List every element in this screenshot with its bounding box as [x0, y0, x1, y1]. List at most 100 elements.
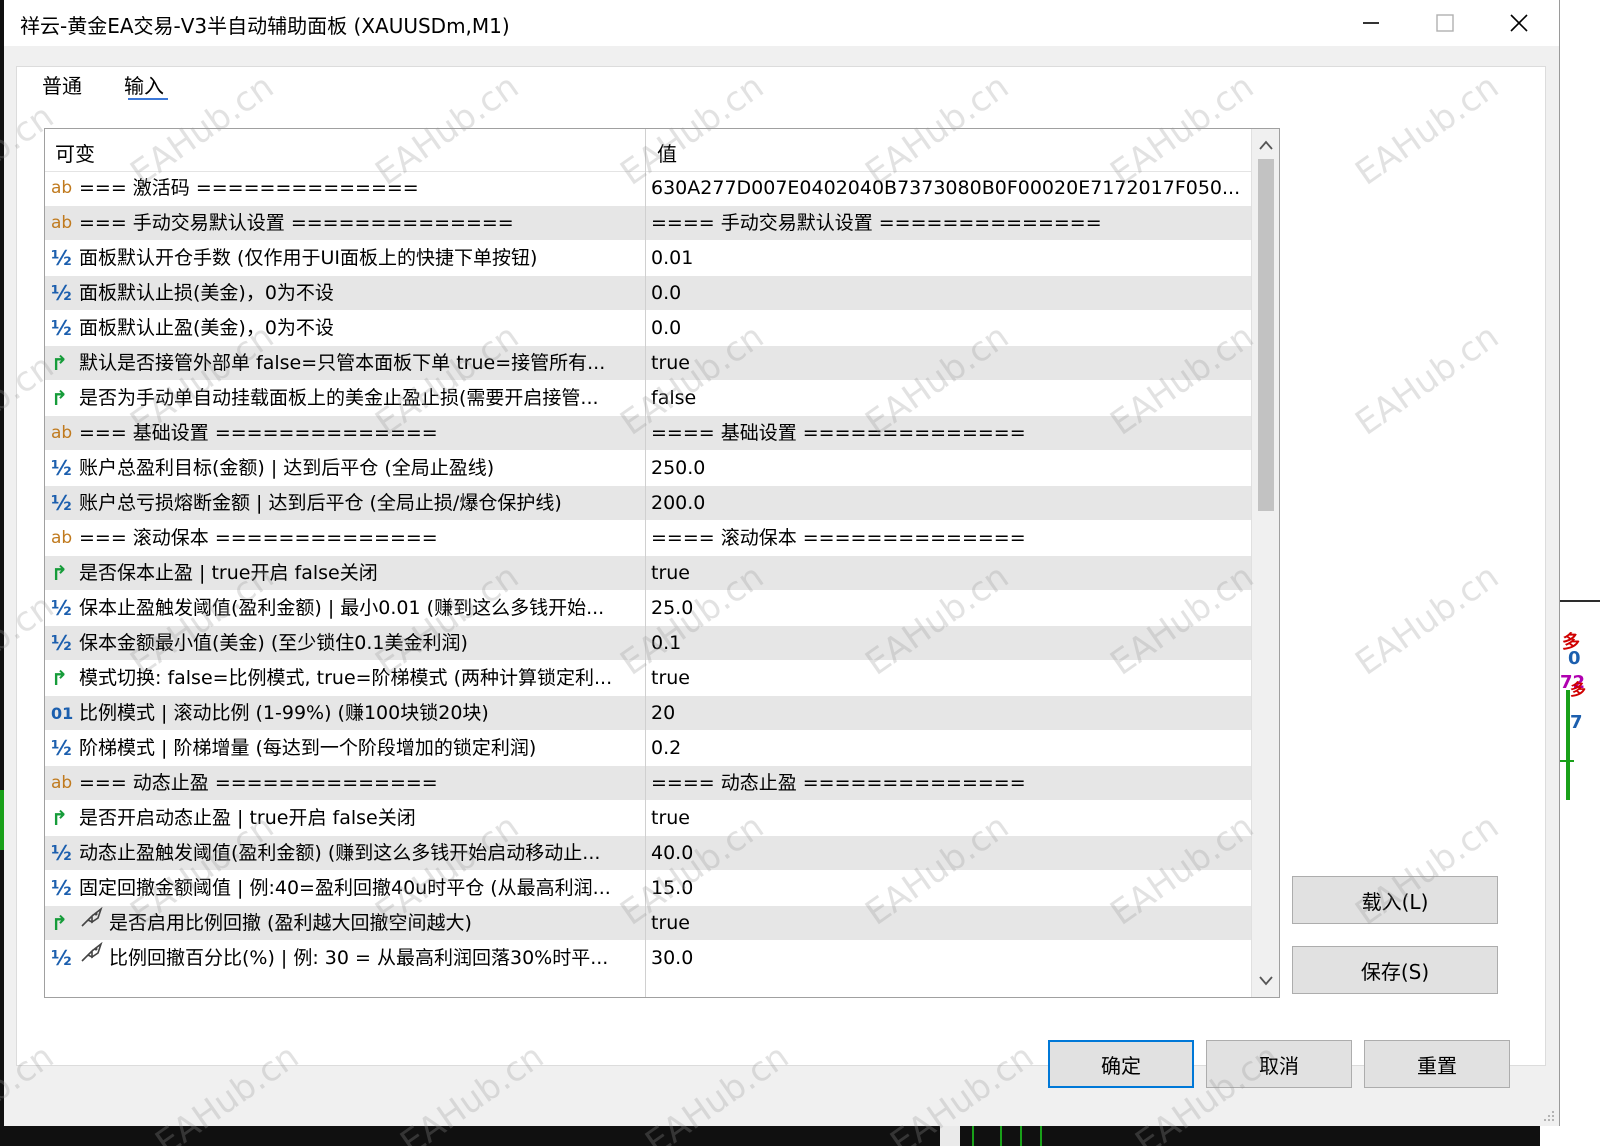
parameter-name: 面板默认止盈(美金)，0为不设: [79, 317, 334, 339]
bool-type-icon: ↱: [51, 561, 68, 585]
table-row[interactable]: ab === 手动交易默认设置 ============== ==== 手动交易默认…: [45, 206, 1251, 241]
parameter-value-cell[interactable]: 250.0: [651, 451, 1245, 486]
load-button[interactable]: 载入(L): [1292, 876, 1498, 924]
parameter-value-cell[interactable]: 0.0: [651, 311, 1245, 346]
bool-type-icon: ↱: [51, 911, 68, 935]
active-tab-indicator: [128, 98, 168, 100]
vertical-scrollbar[interactable]: [1251, 129, 1279, 997]
table-row[interactable]: ab === 滚动保本 ============== ==== 滚动保本 =====…: [45, 521, 1251, 556]
table-row[interactable]: ab === 动态止盈 ============== ==== 动态止盈 =====…: [45, 766, 1251, 801]
parameter-name: 比例回撤百分比(%) | 例: 30 = 从最高利润回落30%时平...: [109, 947, 609, 969]
parameter-value-cell[interactable]: 30.0: [651, 941, 1245, 976]
parameter-name: 比例模式 | 滚动比例 (1-99%) (赚100块锁20块): [79, 702, 489, 724]
minimize-button[interactable]: [1334, 0, 1408, 46]
reset-button[interactable]: 重置: [1364, 1040, 1510, 1088]
parameter-name: 动态止盈触发阈值(盈利金额) (赚到这么多钱开始启动移动止...: [79, 842, 601, 864]
double-type-icon: ½: [51, 456, 72, 480]
scrollbar-thumb[interactable]: [1258, 159, 1274, 511]
parameter-name-cell: ↱ 是否保本止盈 | true开启 false关闭: [51, 556, 639, 591]
table-row[interactable]: ½ 固定回撤金额阈值 | 例:40=盈利回撤40u时平仓 (从最高利润... 15.…: [45, 871, 1251, 906]
column-header-variable[interactable]: 可变: [55, 138, 95, 167]
parameter-value-cell[interactable]: 0.1: [651, 626, 1245, 661]
rocket-icon: [79, 941, 109, 976]
double-type-icon: ½: [51, 246, 72, 270]
chart-bottom-bar-1: [972, 1126, 974, 1146]
bool-type-icon: ↱: [51, 386, 68, 410]
parameter-value-cell[interactable]: true: [651, 661, 1245, 696]
table-row[interactable]: ½ 账户总盈利目标(金额) | 达到后平仓 (全局止盈线) 250.0: [45, 451, 1251, 486]
table-row[interactable]: ab === 激活码 ============== 630A277D007E0402…: [45, 171, 1251, 206]
double-type-icon: ½: [51, 596, 72, 620]
parameter-value-cell[interactable]: 0.2: [651, 731, 1245, 766]
parameter-value-cell[interactable]: true: [651, 801, 1245, 836]
parameter-value-cell[interactable]: 15.0: [651, 871, 1245, 906]
table-row[interactable]: ½ 动态止盈触发阈值(盈利金额) (赚到这么多钱开始启动移动止... 40.0: [45, 836, 1251, 871]
resize-grip-icon[interactable]: [1541, 1108, 1555, 1122]
tab-common[interactable]: 普通: [42, 70, 82, 99]
table-row[interactable]: ↱ 是否开启动态止盈 | true开启 false关闭 true: [45, 801, 1251, 836]
ab-type-icon: ab: [51, 773, 73, 793]
table-row[interactable]: ab === 基础设置 ============== ==== 基础设置 =====…: [45, 416, 1251, 451]
parameter-value-cell[interactable]: 40.0: [651, 836, 1245, 871]
parameter-name: 保本止盈触发阈值(盈利金额) | 最小0.01 (赚到这么多钱开始...: [79, 597, 605, 619]
parameter-value-cell[interactable]: true: [651, 906, 1245, 941]
parameter-name-cell: ½ 面板默认开仓手数 (仅作用于UI面板上的快捷下单按钮): [51, 241, 639, 276]
double-type-icon: ½: [51, 736, 72, 760]
table-row[interactable]: ½ 账户总亏损熔断金额 | 达到后平仓 (全局止损/爆仓保护线) 200.0: [45, 486, 1251, 521]
parameter-name: 固定回撤金额阈值 | 例:40=盈利回撤40u时平仓 (从最高利润...: [79, 877, 611, 899]
table-row[interactable]: ↱ 是否保本止盈 | true开启 false关闭 true: [45, 556, 1251, 591]
scroll-down-button[interactable]: [1252, 967, 1279, 995]
parameter-value-cell[interactable]: ==== 基础设置 ==============: [651, 416, 1245, 451]
parameter-value-cell[interactable]: ==== 手动交易默认设置 ==============: [651, 206, 1245, 241]
parameter-value-cell[interactable]: true: [651, 346, 1245, 381]
parameter-value-cell[interactable]: false: [651, 381, 1245, 416]
parameter-name-cell: ab === 激活码 ==============: [51, 171, 639, 206]
parameter-name-cell: ab === 手动交易默认设置 ==============: [51, 206, 639, 241]
parameter-name: === 滚动保本 ==============: [79, 527, 438, 549]
parameter-value-cell[interactable]: 0.01: [651, 241, 1245, 276]
parameter-value-cell[interactable]: true: [651, 556, 1245, 591]
parameter-value-cell[interactable]: ==== 滚动保本 ==============: [651, 521, 1245, 556]
table-row[interactable]: ½ 保本金额最小值(美金) (至少锁住0.1美金利润) 0.1: [45, 626, 1251, 661]
table-row[interactable]: ½ 阶梯模式 | 阶梯增量 (每达到一个阶段增加的锁定利润) 0.2: [45, 731, 1251, 766]
table-row[interactable]: ↱ 模式切换: false=比例模式, true=阶梯模式 (两种计算锁定利...…: [45, 661, 1251, 696]
chart-label-2: 0: [1568, 648, 1581, 669]
inputs-grid: 可变 值 ab === 激活码 ============== 630A277D007…: [44, 128, 1280, 998]
parameter-name: 是否启用比例回撤 (盈利越大回撤空间越大): [109, 912, 472, 934]
parameter-value-cell[interactable]: 20: [651, 696, 1245, 731]
table-row[interactable]: ½ 面板默认开仓手数 (仅作用于UI面板上的快捷下单按钮) 0.01: [45, 241, 1251, 276]
save-button[interactable]: 保存(S): [1292, 946, 1498, 994]
double-type-icon: ½: [51, 841, 72, 865]
ok-button[interactable]: 确定: [1048, 1040, 1194, 1088]
close-button[interactable]: [1482, 0, 1556, 46]
table-row[interactable]: ↱ 是否启用比例回撤 (盈利越大回撤空间越大) true: [45, 906, 1251, 941]
scroll-up-button[interactable]: [1252, 131, 1279, 159]
ab-type-icon: ab: [51, 178, 73, 198]
parameter-value-cell[interactable]: 25.0: [651, 591, 1245, 626]
parameter-value-cell[interactable]: ==== 动态止盈 ==============: [651, 766, 1245, 801]
table-row[interactable]: 01 比例模式 | 滚动比例 (1-99%) (赚100块锁20块) 20: [45, 696, 1251, 731]
table-row[interactable]: ↱ 默认是否接管外部单 false=只管本面板下单 true=接管所有... tru…: [45, 346, 1251, 381]
ab-type-icon: ab: [51, 423, 73, 443]
parameter-name-cell: ½ 保本止盈触发阈值(盈利金额) | 最小0.01 (赚到这么多钱开始...: [51, 591, 639, 626]
parameter-value-cell[interactable]: 200.0: [651, 486, 1245, 521]
table-row[interactable]: ↱ 是否为手动单自动挂载面板上的美金止盈止损(需要开启接管... false: [45, 381, 1251, 416]
parameter-value-cell[interactable]: 630A277D007E0402040B7373080B0F00020E7172…: [651, 171, 1245, 206]
table-row[interactable]: ½ 比例回撤百分比(%) | 例: 30 = 从最高利润回落30%时平... 30.…: [45, 941, 1251, 976]
parameter-value-cell[interactable]: 0.0: [651, 276, 1245, 311]
chevron-up-icon: [1259, 140, 1273, 150]
maximize-button[interactable]: [1408, 0, 1482, 46]
parameter-name: 默认是否接管外部单 false=只管本面板下单 true=接管所有...: [79, 352, 606, 374]
bool-type-icon: ↱: [51, 351, 68, 375]
double-type-icon: ½: [51, 316, 72, 340]
tab-inputs[interactable]: 输入: [124, 70, 164, 99]
parameter-name: 模式切换: false=比例模式, true=阶梯模式 (两种计算锁定利...: [79, 667, 613, 689]
column-header-value[interactable]: 值: [657, 138, 677, 167]
table-row[interactable]: ½ 面板默认止损(美金)，0为不设 0.0: [45, 276, 1251, 311]
parameter-name-cell: ab === 基础设置 ==============: [51, 416, 639, 451]
table-row[interactable]: ½ 面板默认止盈(美金)，0为不设 0.0: [45, 311, 1251, 346]
table-row[interactable]: ½ 保本止盈触发阈值(盈利金额) | 最小0.01 (赚到这么多钱开始... 25.…: [45, 591, 1251, 626]
minimize-icon: [1363, 22, 1379, 24]
parameter-name-cell: ↱ 是否启用比例回撤 (盈利越大回撤空间越大): [51, 906, 639, 941]
cancel-button[interactable]: 取消: [1206, 1040, 1352, 1088]
